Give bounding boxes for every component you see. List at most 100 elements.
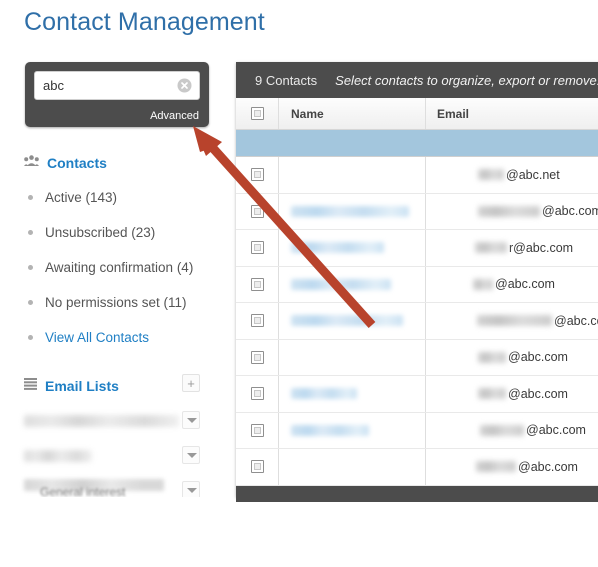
table-row[interactable]: @abc.net bbox=[236, 157, 598, 194]
bullet-icon bbox=[28, 300, 33, 305]
table-row[interactable]: @abc.com bbox=[236, 266, 598, 303]
contact-email-domain: @abc.com bbox=[508, 386, 568, 401]
clear-circle-icon[interactable] bbox=[177, 78, 192, 93]
cell-email: @abc.com bbox=[426, 413, 598, 449]
sidebar-section-email-lists-header[interactable]: Email Lists + bbox=[0, 373, 225, 399]
contact-email-domain: r@abc.com bbox=[509, 240, 574, 255]
cell-email: @abc.com bbox=[426, 376, 598, 412]
list-lines-icon bbox=[24, 377, 37, 395]
email-list-row[interactable] bbox=[0, 403, 225, 438]
page-title: Contact Management bbox=[24, 8, 265, 36]
bullet-icon bbox=[28, 335, 33, 340]
sidebar-item-active[interactable]: Active (143) bbox=[0, 180, 225, 215]
column-header-name-label: Name bbox=[291, 106, 324, 121]
row-select-cell[interactable] bbox=[236, 339, 279, 375]
contact-email-domain: @abc.com bbox=[542, 204, 598, 219]
row-checkbox[interactable] bbox=[250, 277, 264, 291]
contacts-table-header: Name Email bbox=[236, 98, 598, 130]
row-checkbox[interactable] bbox=[250, 387, 264, 401]
row-checkbox[interactable] bbox=[250, 204, 264, 218]
select-all-cell[interactable] bbox=[236, 98, 279, 129]
cell-name bbox=[279, 376, 426, 412]
sidebar-item-no-permissions-set[interactable]: No permissions set (11) bbox=[0, 285, 225, 320]
sidebar: Contacts Active (143) Unsubscribed (23) … bbox=[0, 150, 225, 497]
cell-name bbox=[279, 157, 426, 193]
add-email-list-button[interactable]: + bbox=[182, 374, 200, 392]
email-list-row[interactable] bbox=[0, 438, 225, 473]
contact-name-blurred bbox=[291, 388, 357, 400]
row-checkbox[interactable] bbox=[250, 460, 264, 474]
row-checkbox[interactable] bbox=[250, 241, 264, 255]
sidebar-item-label: Awaiting confirmation (4) bbox=[45, 260, 194, 275]
row-select-cell[interactable] bbox=[236, 230, 279, 266]
table-row[interactable]: @abc.com bbox=[236, 303, 598, 340]
row-select-cell[interactable] bbox=[236, 193, 279, 229]
cell-email: @abc.com bbox=[426, 303, 598, 339]
contact-name-blurred bbox=[291, 315, 403, 327]
email-list-partial-label: General interest bbox=[40, 485, 126, 497]
row-checkbox[interactable] bbox=[250, 168, 264, 182]
contact-email-local-blurred bbox=[475, 242, 507, 254]
cell-email: r@abc.com bbox=[426, 230, 598, 266]
table-row[interactable]: r@abc.com bbox=[236, 230, 598, 267]
contact-email-local-blurred bbox=[477, 315, 552, 327]
sidebar-item-awaiting-confirmation[interactable]: Awaiting confirmation (4) bbox=[0, 250, 225, 285]
cell-name bbox=[279, 230, 426, 266]
search-input[interactable] bbox=[43, 72, 163, 99]
column-header-email[interactable]: Email bbox=[426, 98, 598, 129]
contact-email-domain: @abc.com bbox=[526, 423, 586, 438]
cell-email: @abc.net bbox=[426, 157, 598, 193]
contact-name-blurred bbox=[291, 205, 409, 217]
bullet-icon bbox=[28, 265, 33, 270]
select-all-checkbox[interactable] bbox=[250, 107, 264, 120]
contact-email-domain: @abc.com bbox=[518, 459, 578, 474]
sidebar-item-label: Active (143) bbox=[45, 190, 118, 205]
email-list-name-blurred bbox=[24, 449, 92, 462]
cell-name bbox=[279, 412, 426, 448]
table-row[interactable]: @abc.com bbox=[236, 339, 598, 376]
contact-email-local-blurred bbox=[478, 351, 506, 363]
row-select-cell[interactable] bbox=[236, 449, 279, 485]
column-header-name[interactable]: Name bbox=[279, 98, 426, 129]
bullet-icon bbox=[28, 195, 33, 200]
row-select-cell[interactable] bbox=[236, 157, 279, 193]
chevron-down-icon[interactable] bbox=[182, 446, 200, 464]
chevron-down-icon[interactable] bbox=[182, 411, 200, 429]
email-list-row-partial[interactable]: General interest bbox=[0, 473, 225, 497]
chevron-down-icon[interactable] bbox=[182, 481, 200, 497]
contact-name-blurred bbox=[291, 242, 384, 254]
table-row[interactable]: @abc.com bbox=[236, 412, 598, 449]
sidebar-contacts-label: Contacts bbox=[47, 155, 107, 171]
contact-email-local-blurred bbox=[478, 205, 540, 217]
row-checkbox[interactable] bbox=[250, 423, 264, 437]
bullet-icon bbox=[28, 230, 33, 235]
cell-name bbox=[279, 303, 426, 339]
contact-name-blurred bbox=[291, 278, 391, 290]
table-row[interactable]: @abc.com bbox=[236, 449, 598, 486]
advanced-search-link[interactable]: Advanced bbox=[150, 110, 199, 122]
row-select-cell[interactable] bbox=[236, 266, 279, 302]
row-checkbox[interactable] bbox=[250, 350, 264, 364]
table-row[interactable]: @abc.com bbox=[236, 376, 598, 413]
contact-email-local-blurred bbox=[476, 461, 516, 473]
cell-email: @abc.com bbox=[426, 340, 598, 376]
sidebar-section-contacts-header[interactable]: Contacts bbox=[0, 150, 225, 176]
sidebar-item-label: Unsubscribed (23) bbox=[45, 225, 156, 240]
cell-email: @abc.com bbox=[426, 449, 598, 485]
cell-name bbox=[279, 266, 426, 302]
row-select-cell[interactable] bbox=[236, 303, 279, 339]
contacts-table-panel: 9 Contacts Select contacts to organize, … bbox=[236, 62, 598, 502]
contact-name-blurred bbox=[291, 424, 369, 436]
sidebar-item-view-all-contacts[interactable]: View All Contacts bbox=[0, 320, 225, 355]
row-select-cell[interactable] bbox=[236, 412, 279, 448]
row-checkbox[interactable] bbox=[250, 314, 264, 328]
cell-email: @abc.com bbox=[426, 194, 598, 230]
cell-name bbox=[279, 449, 426, 485]
contacts-table-body: @abc.net @abc.com r@abc.com @abc.com @abc.co… bbox=[236, 157, 598, 486]
search-field-wrapper[interactable] bbox=[34, 71, 200, 100]
sidebar-item-unsubscribed[interactable]: Unsubscribed (23) bbox=[0, 215, 225, 250]
table-row[interactable]: @abc.com bbox=[236, 193, 598, 230]
column-header-email-label: Email bbox=[437, 106, 470, 121]
row-select-cell[interactable] bbox=[236, 376, 279, 412]
cell-name bbox=[279, 193, 426, 229]
